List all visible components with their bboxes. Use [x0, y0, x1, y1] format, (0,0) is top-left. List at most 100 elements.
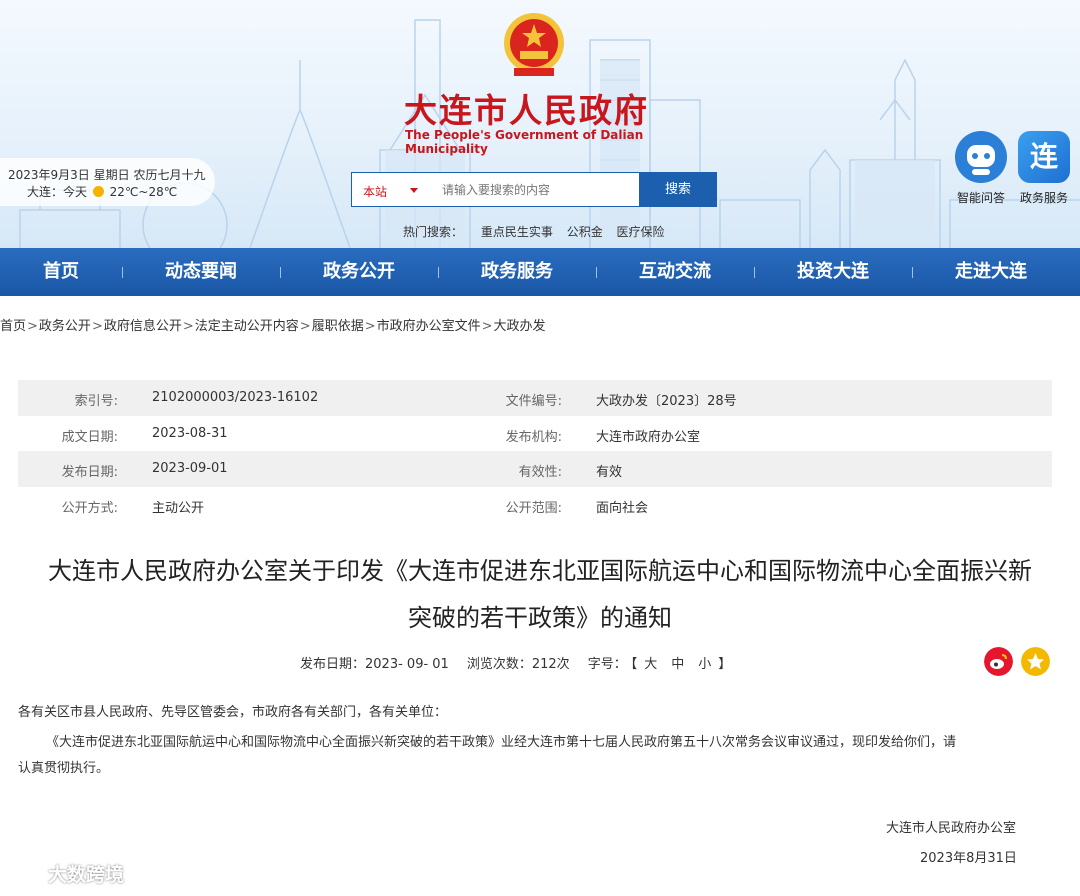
sun-icon	[92, 186, 104, 197]
date-text: 2023年9月3日 星期日 农历七月十九	[8, 168, 206, 182]
document-info-bar: 发布日期：2023- 09- 01 浏览次数：212次 字号：【大中小】	[300, 653, 731, 672]
meta-key: 公开范围:	[505, 500, 562, 516]
breadcrumb-separator: >	[182, 319, 194, 334]
bracket-close: 】	[718, 657, 732, 672]
meta-key: 发布日期:	[61, 465, 118, 480]
breadcrumb-item[interactable]: 政务公开	[39, 319, 91, 334]
publish-date-label: 发布日期：	[300, 657, 366, 672]
breadcrumb-separator: >	[481, 319, 493, 334]
smart-qa-label: 智能问答	[956, 191, 1005, 205]
font-size-medium-button[interactable]: 中	[671, 657, 684, 672]
signature-date: 2023年8月31日	[920, 851, 1017, 866]
search-scope-select[interactable]: 本站	[352, 173, 430, 206]
search-scope-label: 本站	[363, 185, 388, 199]
watermark: 大数跨境	[4, 860, 124, 887]
publish-date-value: 2023- 09- 01	[365, 657, 449, 672]
date-weather-widget: 2023年9月3日 星期日 农历七月十九 大连：今天 22℃~28℃	[0, 158, 215, 206]
breadcrumb-separator: >	[27, 319, 38, 334]
national-emblem-icon	[504, 13, 564, 76]
weather-temp: 22℃~28℃	[109, 185, 178, 199]
weather-text: 大连：今天 22℃~28℃	[27, 183, 177, 200]
hot-search-item[interactable]: 重点民生实事	[481, 225, 553, 239]
meta-value: 2023-08-31	[152, 425, 228, 441]
breadcrumb-item[interactable]: 大政办发	[494, 319, 546, 334]
font-size-label: 字号：	[587, 657, 627, 672]
document-title: 大连市人民政府办公室关于印发《大连市促进东北亚国际航运中心和国际物流中心全面振兴…	[0, 548, 1080, 642]
watermark-text: 大数跨境	[48, 864, 125, 886]
meta-value: 大政办发〔2023〕28号	[596, 394, 737, 409]
document-meta-table: 索引号: 2102000003/2023-16102 文件编号: 大政办发〔20…	[18, 380, 1052, 522]
breadcrumb-item[interactable]: 履职依据	[312, 319, 364, 334]
nav-divider	[122, 267, 123, 278]
site-title[interactable]: 大连市人民政府	[404, 84, 674, 132]
search-bar: 本站 搜索	[351, 172, 717, 207]
meta-row: 索引号: 2102000003/2023-16102 文件编号: 大政办发〔20…	[18, 380, 1052, 416]
meta-value: 大连市政府办公室	[596, 429, 701, 445]
signature-org: 大连市人民政府办公室	[886, 821, 1017, 836]
nav-item-gov-affairs[interactable]: 政务公开	[308, 248, 410, 296]
gov-service-label: 政务服务	[1019, 191, 1068, 205]
watermark-logo-icon	[5, 865, 42, 883]
weibo-share-icon[interactable]	[984, 647, 1013, 676]
document-paragraph-line: 认真贯彻执行。	[18, 761, 110, 776]
hot-search-item[interactable]: 公积金	[567, 225, 603, 239]
nav-item-invest[interactable]: 投资大连	[782, 248, 884, 296]
breadcrumb-item[interactable]: 首页	[0, 319, 26, 334]
search-input[interactable]	[432, 173, 652, 206]
hot-search-label: 热门搜索：	[403, 225, 464, 239]
nav-divider	[754, 267, 755, 278]
meta-key: 发布机构:	[505, 429, 562, 445]
meta-row: 公开方式: 主动公开 公开范围: 面向社会	[18, 487, 1052, 523]
views-value: 212次	[531, 657, 570, 672]
robot-icon	[955, 131, 1007, 183]
meta-value: 2023-09-01	[152, 461, 228, 476]
meta-key: 有效性:	[518, 465, 562, 480]
views-label: 浏览次数：	[466, 657, 532, 672]
meta-key: 成文日期:	[61, 429, 118, 445]
site-subtitle: The People's Government of Dalian Munici…	[405, 128, 644, 156]
meta-value: 有效	[596, 465, 623, 480]
smart-qa-shortcut[interactable]: 智能问答	[951, 131, 1011, 206]
meta-key: 索引号:	[74, 394, 118, 409]
breadcrumb: 首页>政务公开>政府信息公开>法定主动公开内容>履职依据>市政府办公室文件>大政…	[0, 315, 546, 334]
breadcrumb-separator: >	[364, 319, 376, 334]
meta-value: 2102000003/2023-16102	[152, 390, 319, 405]
font-size-large-button[interactable]: 大	[644, 657, 657, 672]
caret-down-icon	[410, 188, 418, 193]
main-nav: 首页 动态要闻 政务公开 政务服务 互动交流 投资大连 走进大连	[0, 248, 1080, 296]
document-salutation: 各有关区市县人民政府、先导区管委会，市政府各有关部门，各有关单位：	[18, 705, 448, 720]
nav-divider	[912, 267, 913, 278]
meta-key: 文件编号:	[505, 394, 562, 409]
nav-item-interaction[interactable]: 互动交流	[624, 248, 726, 296]
breadcrumb-separator: >	[299, 319, 311, 334]
meta-value: 主动公开	[152, 500, 205, 516]
nav-item-gov-service[interactable]: 政务服务	[466, 248, 568, 296]
nav-item-news[interactable]: 动态要闻	[150, 248, 252, 296]
breadcrumb-item[interactable]: 法定主动公开内容	[195, 319, 299, 334]
document-paragraph: 《大连市促进东北亚国际航运中心和国际物流中心全面振兴新突破的若干政策》业经大连市…	[18, 730, 1048, 782]
lian-icon: 连	[1018, 131, 1070, 183]
nav-item-about[interactable]: 走进大连	[940, 248, 1042, 296]
nav-item-home[interactable]: 首页	[10, 248, 112, 296]
nav-divider	[596, 267, 597, 278]
document-title-line: 大连市人民政府办公室关于印发《大连市促进东北亚国际航运中心和国际物流中心全面振兴…	[48, 557, 1032, 585]
breadcrumb-separator: >	[91, 319, 103, 334]
meta-row: 成文日期: 2023-08-31 发布机构: 大连市政府办公室	[18, 416, 1052, 452]
meta-row: 发布日期: 2023-09-01 有效性: 有效	[18, 451, 1052, 487]
site-header: 大连市人民政府 The People's Government of Dalia…	[0, 0, 1080, 248]
breadcrumb-item[interactable]: 市政府办公室文件	[377, 319, 481, 334]
search-button[interactable]: 搜索	[639, 172, 717, 207]
gov-service-shortcut[interactable]: 连 政务服务	[1014, 131, 1074, 206]
meta-value: 面向社会	[596, 500, 649, 516]
favorite-star-icon[interactable]	[1021, 647, 1050, 676]
hot-search-item[interactable]: 医疗保险	[617, 225, 665, 239]
document-title-line: 突破的若干政策》的通知	[408, 604, 672, 632]
bracket-open: 【	[630, 657, 638, 672]
breadcrumb-item[interactable]: 政府信息公开	[104, 319, 182, 334]
nav-divider	[280, 267, 281, 278]
font-size-small-button[interactable]: 小	[698, 657, 711, 672]
nav-divider	[438, 267, 439, 278]
hot-search: 热门搜索： 重点民生实事 公积金 医疗保险	[403, 223, 675, 240]
weather-city: 大连：今天	[27, 185, 88, 199]
meta-key: 公开方式:	[61, 500, 118, 516]
